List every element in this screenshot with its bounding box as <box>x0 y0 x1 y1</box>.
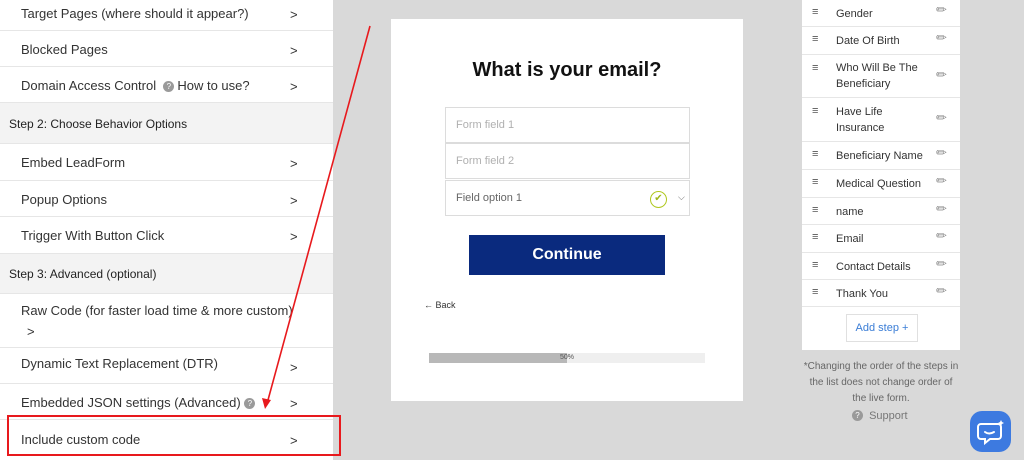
step-name: Gender <box>836 8 873 20</box>
row-label: Popup Options <box>21 192 108 207</box>
step-item[interactable]: ≡ Who Will Be The Beneficiary ✏ <box>802 55 960 98</box>
row-embed-leadform[interactable]: Embed LeadForm > <box>0 144 333 181</box>
drag-handle-icon[interactable]: ≡ <box>812 62 818 74</box>
chevron-right-icon: > <box>290 229 298 244</box>
step-name: Who Will Be The Beneficiary <box>836 62 918 90</box>
step-name: Contact Details <box>836 261 911 273</box>
step3-header: Step 3: Advanced (optional) <box>0 254 333 294</box>
pencil-icon[interactable]: ✏ <box>936 283 947 299</box>
step-item[interactable]: ≡ Medical Question ✏ <box>802 170 960 198</box>
pencil-icon[interactable]: ✏ <box>936 228 947 244</box>
chevron-right-icon: > <box>290 7 298 22</box>
step-item[interactable]: ≡ Email ✏ <box>802 225 960 253</box>
step-item[interactable]: ≡ name ✏ <box>802 198 960 225</box>
chevron-right-icon: > <box>290 43 298 58</box>
form-title: What is your email? <box>472 59 662 81</box>
row-label: Embed LeadForm <box>21 155 126 170</box>
progress-text: 50% <box>559 354 574 361</box>
field-option-select[interactable]: Field option 1 ✔ ⌵ <box>445 180 690 216</box>
chevron-down-icon: ⌵ <box>678 192 685 202</box>
drag-handle-icon[interactable]: ≡ <box>812 105 818 117</box>
chevron-right-icon: > <box>290 156 298 171</box>
steps-list: ≡ Gender ✏ ≡ Date Of Birth ✏ ≡ Who Will … <box>802 0 960 350</box>
row-label: Raw Code (for faster load time & more cu… <box>21 303 293 318</box>
step3-title: Step 3: Advanced (optional) <box>9 267 157 281</box>
step-item[interactable]: ≡ Date Of Birth ✏ <box>802 27 960 55</box>
step-item[interactable]: ≡ Gender ✏ <box>802 0 960 27</box>
chevron-right-icon: > <box>27 324 35 339</box>
row-target-pages[interactable]: Target Pages (where should it appear?) > <box>0 0 333 31</box>
help-circle-icon: ? <box>852 410 863 421</box>
drag-handle-icon[interactable]: ≡ <box>812 6 818 18</box>
row-label: Domain Access Control ? How to use? <box>21 78 250 93</box>
chevron-right-icon: > <box>290 193 298 208</box>
highlight-box <box>7 415 341 456</box>
row-dtr[interactable]: Dynamic Text Replacement (DTR) > <box>0 348 333 384</box>
drag-handle-icon[interactable]: ≡ <box>812 259 818 271</box>
chevron-right-icon: > <box>290 396 298 411</box>
row-label: Dynamic Text Replacement (DTR) <box>21 356 218 371</box>
row-popup-options[interactable]: Popup Options > <box>0 181 333 217</box>
drag-handle-icon[interactable]: ≡ <box>812 204 818 216</box>
step-name: Have Life Insurance <box>836 106 885 134</box>
row-label: Embedded JSON settings (Advanced) ? <box>21 395 258 410</box>
back-link[interactable]: ← Back <box>424 300 456 310</box>
order-note: *Changing the order of the steps in the … <box>803 361 959 404</box>
support-label: Support <box>869 410 908 422</box>
drag-handle-icon[interactable]: ≡ <box>812 231 818 243</box>
pencil-icon[interactable]: ✏ <box>936 2 947 18</box>
chat-button[interactable] <box>970 411 1011 452</box>
step-item[interactable]: ≡ Thank You ✏ <box>802 280 960 307</box>
drag-handle-icon[interactable]: ≡ <box>812 33 818 45</box>
pencil-icon[interactable]: ✏ <box>936 110 947 126</box>
settings-panel: Target Pages (where should it appear?) >… <box>0 0 333 460</box>
row-label: Trigger With Button Click <box>21 228 165 243</box>
field-placeholder: Form field 1 <box>456 119 515 131</box>
row-label: Blocked Pages <box>21 42 108 57</box>
step2-title: Step 2: Choose Behavior Options <box>9 117 188 131</box>
drag-handle-icon[interactable]: ≡ <box>812 148 818 160</box>
step-item[interactable]: ≡ Beneficiary Name ✏ <box>802 142 960 170</box>
step-item[interactable]: ≡ Have Life Insurance ✏ <box>802 98 960 142</box>
field-placeholder: Form field 2 <box>456 155 515 167</box>
help-circle-icon: ? <box>244 398 256 409</box>
pencil-icon[interactable]: ✏ <box>936 173 947 189</box>
step-name: Date Of Birth <box>836 35 900 47</box>
row-trigger-button-click[interactable]: Trigger With Button Click > <box>0 217 333 254</box>
add-step-button[interactable]: Add step + <box>846 314 918 342</box>
drag-handle-icon[interactable]: ≡ <box>812 176 818 188</box>
row-raw-code[interactable]: Raw Code (for faster load time & more cu… <box>0 294 333 348</box>
step-name: Medical Question <box>836 178 921 190</box>
pencil-icon[interactable]: ✏ <box>936 30 947 46</box>
row-domain-access[interactable]: Domain Access Control ? How to use? > <box>0 67 333 103</box>
support-link[interactable]: ? Support <box>852 410 908 422</box>
step-name: Thank You <box>836 288 888 300</box>
step-item[interactable]: ≡ Contact Details ✏ <box>802 253 960 280</box>
pencil-icon[interactable]: ✏ <box>936 67 947 83</box>
help-circle-icon: ? <box>163 81 175 92</box>
step-name: Email <box>836 233 864 245</box>
chevron-right-icon: > <box>290 360 298 375</box>
domain-access-label: Domain Access Control <box>21 78 157 93</box>
drag-handle-icon[interactable]: ≡ <box>812 286 818 298</box>
step-name: name <box>836 206 864 218</box>
chevron-right-icon: > <box>290 79 298 94</box>
json-settings-label: Embedded JSON settings (Advanced) <box>21 395 241 410</box>
step-name: Beneficiary Name <box>836 150 923 162</box>
how-to-use-link[interactable]: How to use? <box>177 78 249 93</box>
pencil-icon[interactable]: ✏ <box>936 201 947 217</box>
form-field-2[interactable]: Form field 2 <box>445 143 690 179</box>
row-label: Target Pages (where should it appear?) <box>21 6 249 21</box>
progress-bar: 50% <box>429 353 705 363</box>
select-value: Field option 1 <box>456 192 523 204</box>
continue-button[interactable]: Continue <box>469 235 665 275</box>
form-preview: What is your email? Form field 1 Form fi… <box>391 19 743 401</box>
pencil-icon[interactable]: ✏ <box>936 145 947 161</box>
form-field-1[interactable]: Form field 1 <box>445 107 690 143</box>
check-circle-icon: ✔ <box>650 191 667 208</box>
pencil-icon[interactable]: ✏ <box>936 256 947 272</box>
step2-header: Step 2: Choose Behavior Options <box>0 103 333 144</box>
row-blocked-pages[interactable]: Blocked Pages > <box>0 31 333 67</box>
chat-icon <box>977 420 1004 446</box>
